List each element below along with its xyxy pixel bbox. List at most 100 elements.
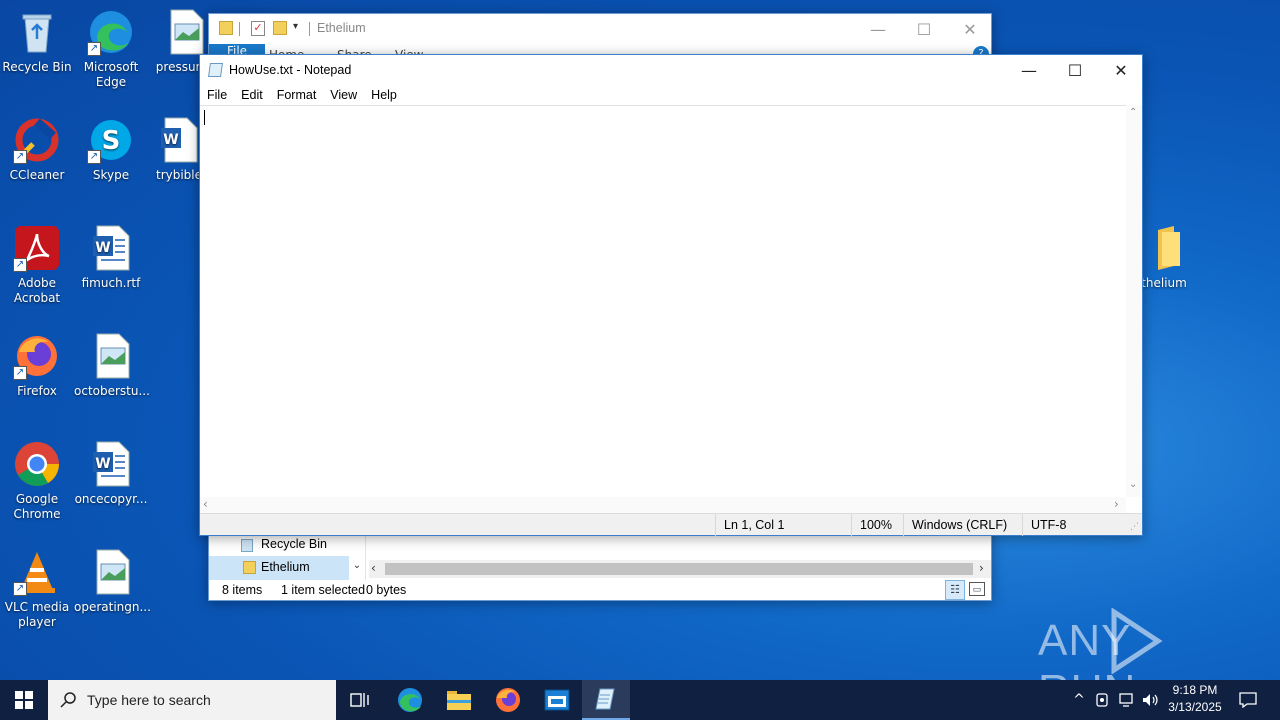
clock-date: 3/13/2025	[1168, 700, 1222, 714]
content-separator	[365, 532, 366, 580]
desktop-icon-label: Google Chrome	[13, 492, 61, 521]
image-file-icon	[87, 548, 135, 596]
show-hidden-icons-button[interactable]: ^	[1070, 680, 1088, 720]
desktop-icon-label: Adobe Acrobat	[13, 276, 61, 305]
shortcut-arrow-icon: ↗	[13, 150, 27, 164]
desktop-icon-firefox[interactable]: ↗ Firefox	[0, 332, 74, 399]
search-icon	[60, 692, 76, 708]
menu-view[interactable]: View	[323, 85, 364, 105]
desktop-icon-label: CCleaner	[9, 168, 65, 182]
menu-edit[interactable]: Edit	[234, 85, 270, 105]
minimize-button[interactable]: —	[1006, 55, 1052, 85]
windows-logo-icon	[15, 691, 33, 709]
scroll-left-icon[interactable]: ‹	[203, 497, 208, 511]
chrome-icon	[13, 440, 61, 488]
search-placeholder: Type here to search	[87, 692, 211, 708]
large-icons-view-icon[interactable]: ▭	[969, 582, 985, 596]
anyrun-watermark: ANY RUN	[1038, 606, 1238, 715]
taskbar-notepad[interactable]	[582, 680, 630, 720]
scroll-left-icon[interactable]: ‹	[371, 561, 376, 575]
desktop-icon-fimuch[interactable]: W fimuch.rtf	[74, 224, 148, 291]
vertical-scrollbar[interactable]: ⌃ ⌄	[1126, 105, 1142, 497]
play-logo-icon	[1111, 608, 1163, 674]
scroll-right-icon[interactable]: ›	[979, 561, 984, 575]
resize-grip-icon[interactable]: ⋰	[1130, 522, 1139, 532]
nav-pane: Recycle Bin Ethelium ⌄	[209, 532, 365, 580]
taskbar-file-explorer[interactable]	[435, 680, 483, 720]
image-file-icon	[87, 332, 135, 380]
desktop-icon-ccleaner[interactable]: ↗ CCleaner	[0, 116, 74, 183]
item-count: 8 items	[222, 583, 263, 597]
menu-help[interactable]: Help	[364, 85, 404, 105]
menu-file[interactable]: File	[200, 85, 234, 105]
scroll-down-icon[interactable]: ⌄	[1129, 479, 1137, 490]
desktop-icon-skype[interactable]: S ↗ Skype	[74, 116, 148, 183]
chevron-up-icon: ^	[1073, 692, 1085, 708]
folder-icon	[447, 691, 471, 710]
new-folder-icon[interactable]	[273, 21, 287, 35]
action-center-button[interactable]	[1234, 680, 1262, 720]
desktop-icon-label: Recycle Bin	[2, 60, 72, 74]
close-button[interactable]: ✕	[1098, 55, 1144, 85]
desktop-icon-microsoft-edge[interactable]: ↗ Microsoft Edge	[74, 8, 148, 90]
taskbar-firefox[interactable]	[484, 680, 532, 720]
tray-volume-icon[interactable]	[1140, 680, 1162, 720]
horizontal-scrollbar[interactable]: ‹ ›	[200, 497, 1126, 513]
desktop-icon-label: trybible	[155, 168, 203, 182]
tray-network-icon[interactable]	[1116, 680, 1138, 720]
desktop-icon-vlc[interactable]: ↗ VLC media player	[0, 548, 74, 630]
notepad-titlebar[interactable]: HowUse.txt - Notepad — ☐ ✕	[200, 55, 1142, 85]
svg-text:S: S	[102, 126, 121, 156]
details-view-icon[interactable]: ☷	[945, 580, 965, 600]
start-button[interactable]	[0, 680, 48, 720]
notepad-icon	[595, 688, 615, 710]
menu-format[interactable]: Format	[270, 85, 324, 105]
svg-text:W: W	[95, 240, 110, 256]
notepad-window[interactable]: HowUse.txt - Notepad — ☐ ✕ File Edit Forma…	[199, 54, 1143, 536]
desktop-icon-label: Firefox	[17, 384, 57, 398]
close-button[interactable]: ✕	[947, 14, 993, 44]
minimize-button[interactable]: —	[855, 14, 901, 44]
properties-icon[interactable]: ✓	[251, 21, 265, 36]
clock-time: 9:18 PM	[1172, 683, 1218, 697]
desktop-icon-oncecopyr[interactable]: W oncecopyr...	[74, 440, 148, 507]
ccleaner-icon: ↗	[13, 116, 61, 164]
scroll-thumb[interactable]	[385, 563, 973, 575]
recycle-bin-icon	[241, 539, 253, 552]
taskbar-app-window[interactable]	[533, 680, 581, 720]
volume-icon	[1143, 694, 1158, 706]
window-title: Ethelium	[317, 21, 366, 35]
notepad-icon	[208, 63, 223, 77]
desktop-icon-adobe-acrobat[interactable]: ↗ Adobe Acrobat	[0, 224, 74, 306]
nav-item-recycle-bin[interactable]: Recycle Bin	[209, 534, 349, 556]
notification-icon	[1239, 692, 1257, 708]
customize-dropdown-icon[interactable]: ▾	[293, 21, 298, 32]
folder-icon	[219, 21, 233, 35]
text-editor[interactable]	[200, 105, 1126, 497]
tray-device-icon[interactable]	[1092, 680, 1112, 720]
desktop-icon-label: octoberstu...	[74, 384, 150, 398]
horizontal-scrollbar[interactable]: ‹ ›	[369, 560, 991, 578]
task-view-icon	[350, 693, 369, 707]
scroll-right-icon[interactable]: ›	[1114, 497, 1119, 511]
desktop-icon-octoberstu[interactable]: octoberstu...	[74, 332, 150, 399]
explorer-status-bar: 8 items 1 item selected 0 bytes ☷ ▭	[209, 580, 991, 600]
recycle-bin-icon	[13, 8, 61, 56]
task-view-button[interactable]	[336, 680, 384, 720]
shortcut-arrow-icon: ↗	[13, 366, 27, 380]
tray-clock[interactable]: 9:18 PM 3/13/2025	[1162, 682, 1228, 718]
taskbar-edge[interactable]	[386, 680, 434, 720]
desktop-icon-recycle-bin[interactable]: Recycle Bin	[0, 8, 74, 75]
desktop-icon-operatingn[interactable]: operatingn...	[74, 548, 151, 615]
cursor-position: Ln 1, Col 1	[715, 514, 851, 536]
desktop-icon-label: fimuch.rtf	[81, 276, 141, 290]
nav-item-ethelium[interactable]: Ethelium	[209, 556, 349, 580]
notepad-menubar: File Edit Format View Help	[200, 85, 1142, 105]
maximize-button[interactable]: ☐	[1052, 55, 1098, 85]
desktop-icon-google-chrome[interactable]: Google Chrome	[0, 440, 74, 522]
explorer-titlebar[interactable]: ✓ ▾ Ethelium — ☐ ✕	[209, 14, 991, 44]
nav-scroll-down-icon[interactable]: ⌄	[349, 560, 365, 578]
taskbar-search-box[interactable]: Type here to search	[48, 680, 336, 720]
scroll-up-icon[interactable]: ⌃	[1129, 107, 1137, 118]
maximize-button[interactable]: ☐	[901, 14, 947, 44]
